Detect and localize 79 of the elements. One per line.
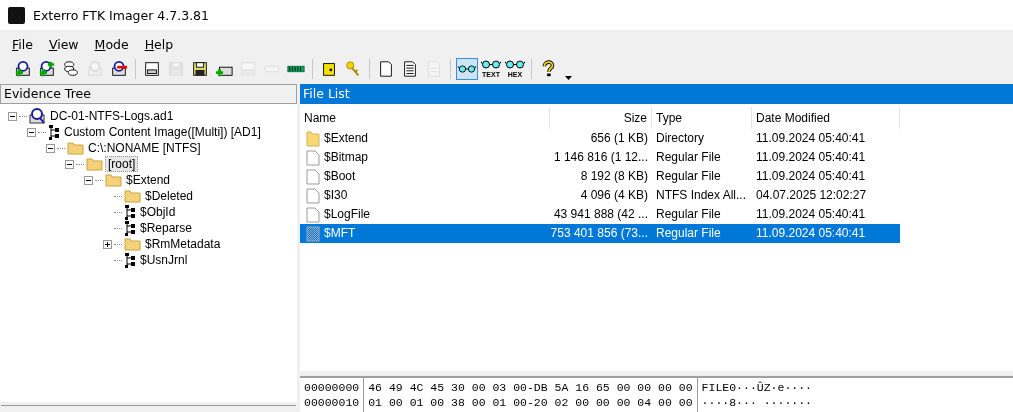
file-row[interactable]: $Bitmap [300, 148, 550, 167]
window-title: Exterro FTK Imager 4.7.3.81 [33, 7, 209, 23]
tree-structure-icon [48, 124, 60, 140]
tree-item[interactable]: C:\:NONAME [NTFS] [86, 141, 203, 155]
folder-icon [306, 130, 320, 147]
table-cell: Regular File [652, 224, 752, 243]
folder-icon [86, 157, 103, 171]
column-header[interactable]: Size [550, 107, 652, 129]
file-name: $Bitmap [324, 149, 369, 166]
panel-header: File List [300, 84, 1013, 104]
magnifier-icon [29, 108, 46, 124]
file-row[interactable]: $I30 [300, 186, 550, 205]
table-cell-text: 11.09.2024 05:40:41 [755, 168, 867, 185]
file-name: $MFT [324, 225, 356, 242]
menu-item[interactable]: View [40, 33, 87, 55]
file-name: $Extend [324, 130, 369, 147]
hex-bytes: 01 00 01 00 38 00 01 00-20 02 00 00 00 04 00 00 [368, 395, 693, 410]
table-cell-text: Regular File [655, 149, 722, 166]
menu-item[interactable]: Mode [86, 33, 137, 55]
hex-ascii: FILE0···ÛZ·e···· [701, 380, 812, 395]
column-header[interactable]: Name [300, 107, 550, 129]
table-cell-text: 11.09.2024 05:40:41 [755, 149, 867, 166]
tree-item[interactable]: DC-01-NTFS-Logs.ad1 [48, 109, 176, 123]
expander-toggle[interactable] [103, 239, 112, 249]
table-cell-text: 11.09.2024 05:40:41 [755, 206, 867, 223]
app-logo-icon [8, 6, 25, 24]
tree-item[interactable]: $UsnJrnl [138, 253, 190, 267]
table-cell-text: 43 941 888 (42 ... [552, 206, 649, 223]
file-row[interactable]: $Boot [300, 167, 550, 186]
tree-item[interactable]: $Reparse [138, 221, 195, 235]
table-cell-text: 1 146 816 (1 12... [552, 149, 649, 166]
hex-offset: 00000010 [304, 395, 360, 410]
tree-structure-icon [124, 252, 136, 268]
file-name: $Boot [324, 168, 356, 185]
tree-item[interactable]: $ObjId [138, 205, 178, 219]
expander-toggle[interactable] [65, 159, 74, 169]
folder-icon [67, 141, 84, 155]
panel-header: Evidence Tree [0, 84, 297, 104]
hex-bytes: 46 49 4C 45 30 00 03 00-DB 5A 16 65 00 00 00 00 [368, 380, 693, 395]
column-header[interactable]: Date Modified [752, 107, 900, 129]
tree-structure-icon [124, 204, 136, 220]
file-icon [306, 149, 320, 166]
file-icon [306, 206, 320, 223]
folder-icon [124, 237, 141, 251]
table-cell-text: 8 192 (8 KB) [579, 168, 649, 185]
table-cell-text: NTFS Index All... [655, 187, 748, 204]
expander-toggle[interactable] [46, 143, 55, 153]
tree-structure-icon [124, 220, 136, 236]
file-icon [306, 187, 320, 204]
hex-offset: 00000000 [304, 380, 360, 395]
tree-item[interactable]: $RmMetadata [143, 237, 223, 251]
table-cell-text: 04.07.2025 12:02:27 [755, 187, 868, 204]
tree-item[interactable]: Custom Content Image([Multi]) [AD1] [62, 125, 263, 139]
tree-item[interactable]: $Extend [124, 173, 173, 187]
tree-item[interactable]: $Deleted [143, 189, 196, 203]
expander-toggle[interactable] [27, 127, 36, 137]
file-name: $I30 [324, 187, 348, 204]
column-header[interactable]: Type [652, 107, 752, 129]
table-cell: 753 401 856 (73... [550, 224, 652, 243]
table-cell-text: 656 (1 KB) [589, 130, 649, 147]
table-cell-text: 11.09.2024 05:40:41 [755, 130, 867, 147]
table-cell-text: 4 096 (4 KB) [579, 187, 649, 204]
file-row[interactable]: $Extend [300, 129, 550, 148]
file-icon [306, 168, 320, 185]
table-cell-text: Regular File [655, 168, 722, 185]
expander-toggle[interactable] [8, 111, 17, 121]
file-row[interactable]: $LogFile [300, 205, 550, 224]
menu-item[interactable]: Help [136, 33, 182, 55]
menu-item[interactable]: File [4, 33, 41, 55]
expander-toggle[interactable] [84, 175, 93, 185]
file-name: $LogFile [324, 206, 371, 223]
table-cell-text: Directory [655, 130, 705, 147]
file-row[interactable]: $MFT [300, 224, 550, 243]
table-cell-text: Regular File [655, 206, 722, 223]
hex-ascii: ····8··· ······· [701, 395, 812, 410]
folder-icon [124, 189, 141, 203]
system-file-icon [306, 225, 320, 242]
table-cell: 11.09.2024 05:40:41 [752, 224, 900, 243]
tree-item[interactable]: [root] [105, 156, 139, 172]
